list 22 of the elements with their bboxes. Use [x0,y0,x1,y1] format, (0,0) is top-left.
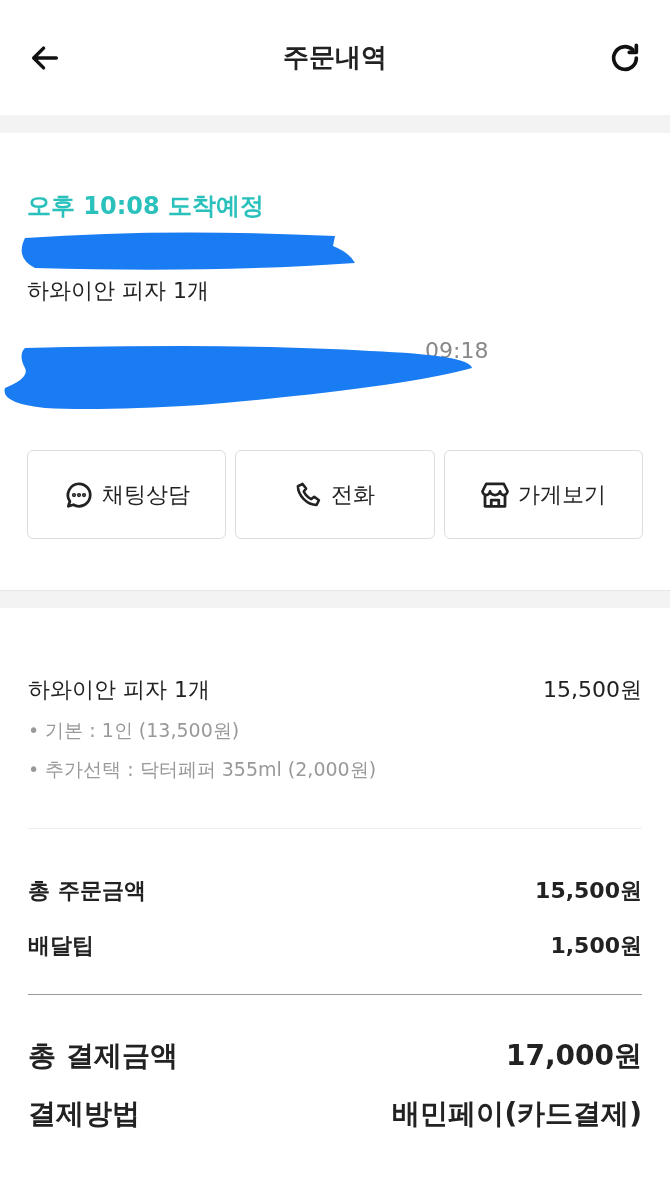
summary-value: 15,500원 [535,877,642,905]
summary-label: 배달팁 [28,932,94,960]
total-value: 17,000원 [505,1038,642,1074]
total-value: 배민페이(카드결제) [392,1096,642,1132]
action-button[interactable]: 가게보기 [443,450,643,539]
phone-icon [295,480,323,509]
action-button[interactable]: 채팅상담 [27,450,227,539]
item-option: • 추가선택 : 닥터페퍼 355ml (2,000원) [28,754,642,783]
summary-label: 총 주문금액 [28,877,146,905]
total-label: 결제방법 [28,1096,140,1132]
arrival-time: 오후 10:08 도착예정 [27,191,266,222]
total-label: 총 결제금액 [28,1038,178,1074]
item-name: 하와이안 피자 1개 [28,676,210,704]
order-summary: 하와이안 피자 1개 [27,277,210,305]
page-title: 주문내역 [283,41,387,74]
summary-value: 1,500원 [550,932,642,960]
store-icon [480,479,511,510]
item-option: • 기본 : 1인 (13,500원) [28,716,642,745]
chat-bubble-icon [63,479,94,510]
action-button[interactable]: 전화 [235,450,435,539]
order-time: 09:18 [425,337,489,365]
item-price: 15,500원 [543,676,642,704]
